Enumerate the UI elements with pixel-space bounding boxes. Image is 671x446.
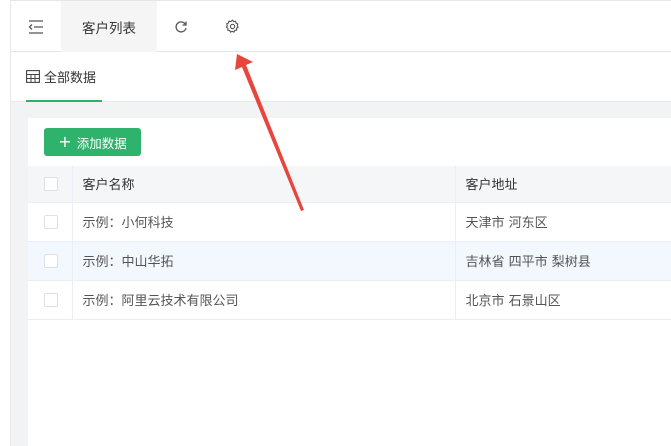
cell-customer-name: 示例：小何科技 — [72, 202, 456, 242]
cell-customer-address: 天津市 河东区 — [455, 202, 671, 242]
refresh-button[interactable] — [169, 1, 193, 52]
table-header: 客户名称 客户地址 — [28, 166, 671, 203]
table-row[interactable]: 示例：阿里云技术有限公司 北京市 石景山区 — [28, 280, 671, 320]
cell-customer-name: 示例：中山华拓 — [72, 241, 456, 281]
select-all-checkbox[interactable] — [44, 176, 58, 191]
left-sidebar-edge — [0, 0, 11, 446]
tab-customer-list[interactable]: 客户列表 — [61, 1, 157, 52]
row-checkbox[interactable] — [44, 292, 58, 307]
table-row[interactable]: 示例：小何科技 天津市 河东区 — [28, 202, 671, 242]
plus-icon: + — [58, 132, 72, 151]
refresh-icon — [175, 20, 187, 33]
cell-customer-address: 吉林省 四平市 梨树县 — [455, 241, 671, 281]
content-area: + 添加数据 客户名称 客户地址 示例：小何科技 天津市 河东区 示例：中山华拓… — [11, 102, 671, 446]
table-row[interactable]: 示例：中山华拓 吉林省 四平市 梨树县 — [28, 241, 671, 281]
view-tabs: 全部数据 — [11, 52, 671, 102]
tab-all-data-label: 全部数据 — [44, 70, 97, 86]
cell-customer-name: 示例：阿里云技术有限公司 — [72, 280, 456, 320]
add-data-label: 添加数据 — [76, 135, 127, 151]
menu-fold-icon — [28, 19, 43, 34]
settings-button[interactable] — [220, 1, 244, 52]
customer-table: 客户名称 客户地址 示例：小何科技 天津市 河东区 示例：中山华拓 吉林省 四平… — [28, 166, 671, 320]
menu-fold-button[interactable] — [12, 1, 60, 52]
header-customer-name[interactable]: 客户名称 — [72, 166, 456, 203]
tab-all-data[interactable]: 全部数据 — [26, 52, 102, 102]
row-checkbox[interactable] — [44, 253, 58, 268]
header-customer-address[interactable]: 客户地址 — [455, 166, 671, 203]
row-checkbox[interactable] — [44, 214, 58, 229]
gear-icon — [225, 19, 239, 33]
data-card: + 添加数据 客户名称 客户地址 示例：小何科技 天津市 河东区 示例：中山华拓… — [28, 118, 671, 446]
top-tab-bar: 客户列表 — [11, 0, 671, 52]
add-data-button[interactable]: + 添加数据 — [44, 128, 141, 156]
cell-customer-address: 北京市 石景山区 — [455, 280, 671, 320]
table-icon — [26, 69, 40, 83]
